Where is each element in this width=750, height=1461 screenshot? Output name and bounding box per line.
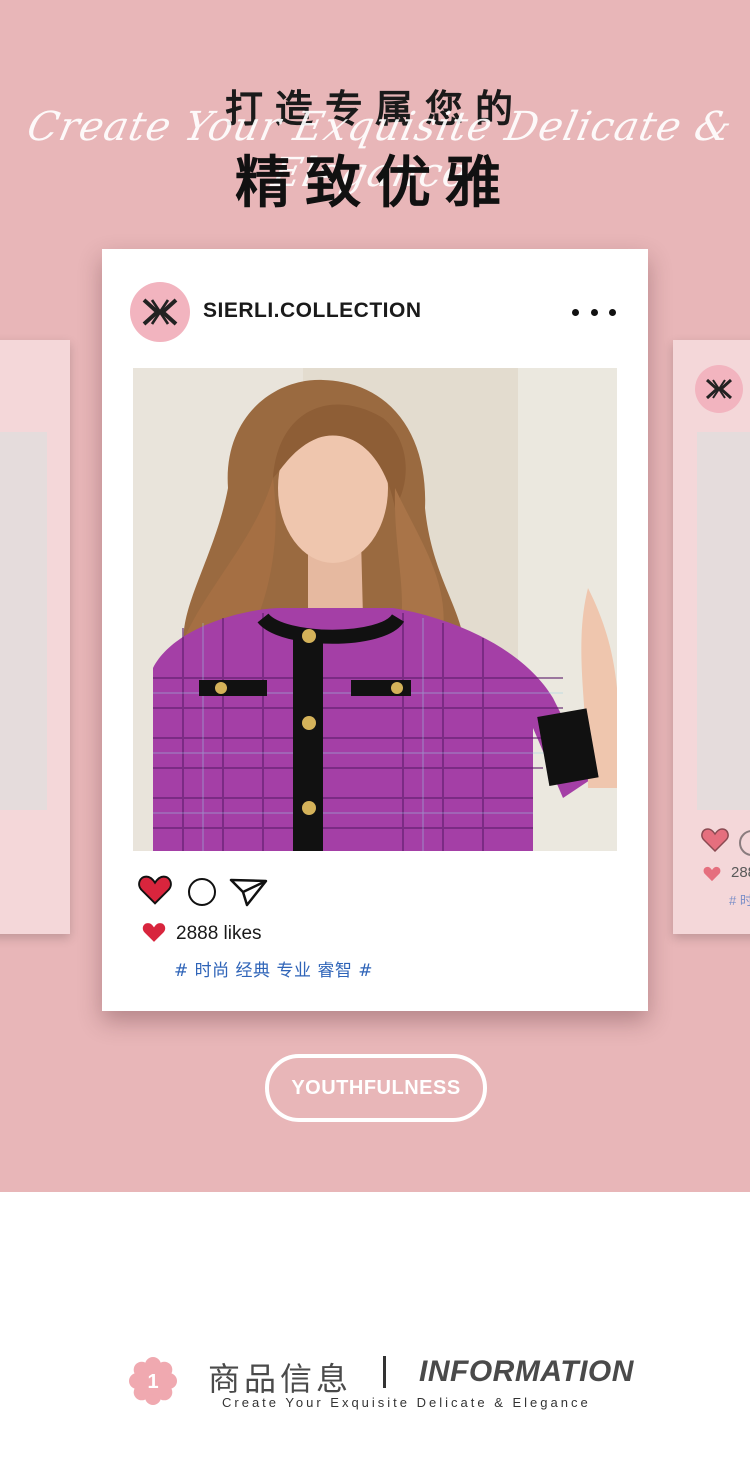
more-horizontal-icon: [590, 308, 598, 316]
more-horizontal-icon: [572, 308, 579, 316]
brand-logo-icon: [142, 298, 178, 326]
side-card-hashtag: # 时: [729, 893, 750, 908]
comment-icon[interactable]: [188, 878, 216, 906]
heart-icon: [703, 866, 721, 882]
heart-icon[interactable]: [138, 875, 172, 905]
heart-icon: [142, 923, 166, 942]
info-subtitle: Create Your Exquisite Delicate & Eleganc…: [222, 1395, 591, 1410]
account-name[interactable]: SIERLI.COLLECTION: [203, 299, 422, 323]
side-card-photo: [697, 432, 750, 810]
avatar[interactable]: [130, 282, 190, 342]
send-icon[interactable]: [229, 877, 269, 907]
headline-main: 精致优雅: [235, 151, 515, 216]
comment-icon: [739, 830, 750, 856]
post-card: SIERLI.COLLECTION 2888 likes # 时尚 经典 专业 …: [102, 249, 648, 1011]
post-photo: [133, 368, 617, 851]
more-horizontal-icon: [609, 308, 616, 316]
title-divider: [383, 1356, 386, 1388]
info-title-en: INFORMATION: [419, 1355, 634, 1388]
heart-icon: [701, 828, 729, 852]
likes-count: 2888 likes: [176, 923, 262, 944]
youthfulness-button[interactable]: YOUTHFULNESS: [265, 1054, 487, 1122]
more-options-button[interactable]: [572, 299, 616, 325]
brand-logo-icon: [695, 365, 743, 413]
hashtags[interactable]: # 时尚 经典 专业 睿智 #: [174, 956, 373, 981]
flower-number-icon: 1: [129, 1357, 177, 1405]
side-card-likes: 288: [731, 864, 750, 881]
side-card-right[interactable]: 288 # 时: [673, 340, 750, 934]
info-title-cn: 商品信息: [208, 1360, 353, 1398]
section-number: 1: [147, 1371, 158, 1393]
hero-section: 打造专属您的 Create Your Exquisite Delicate & …: [0, 0, 750, 1192]
side-card-photo: [0, 432, 47, 810]
side-card-left[interactable]: [0, 340, 70, 934]
